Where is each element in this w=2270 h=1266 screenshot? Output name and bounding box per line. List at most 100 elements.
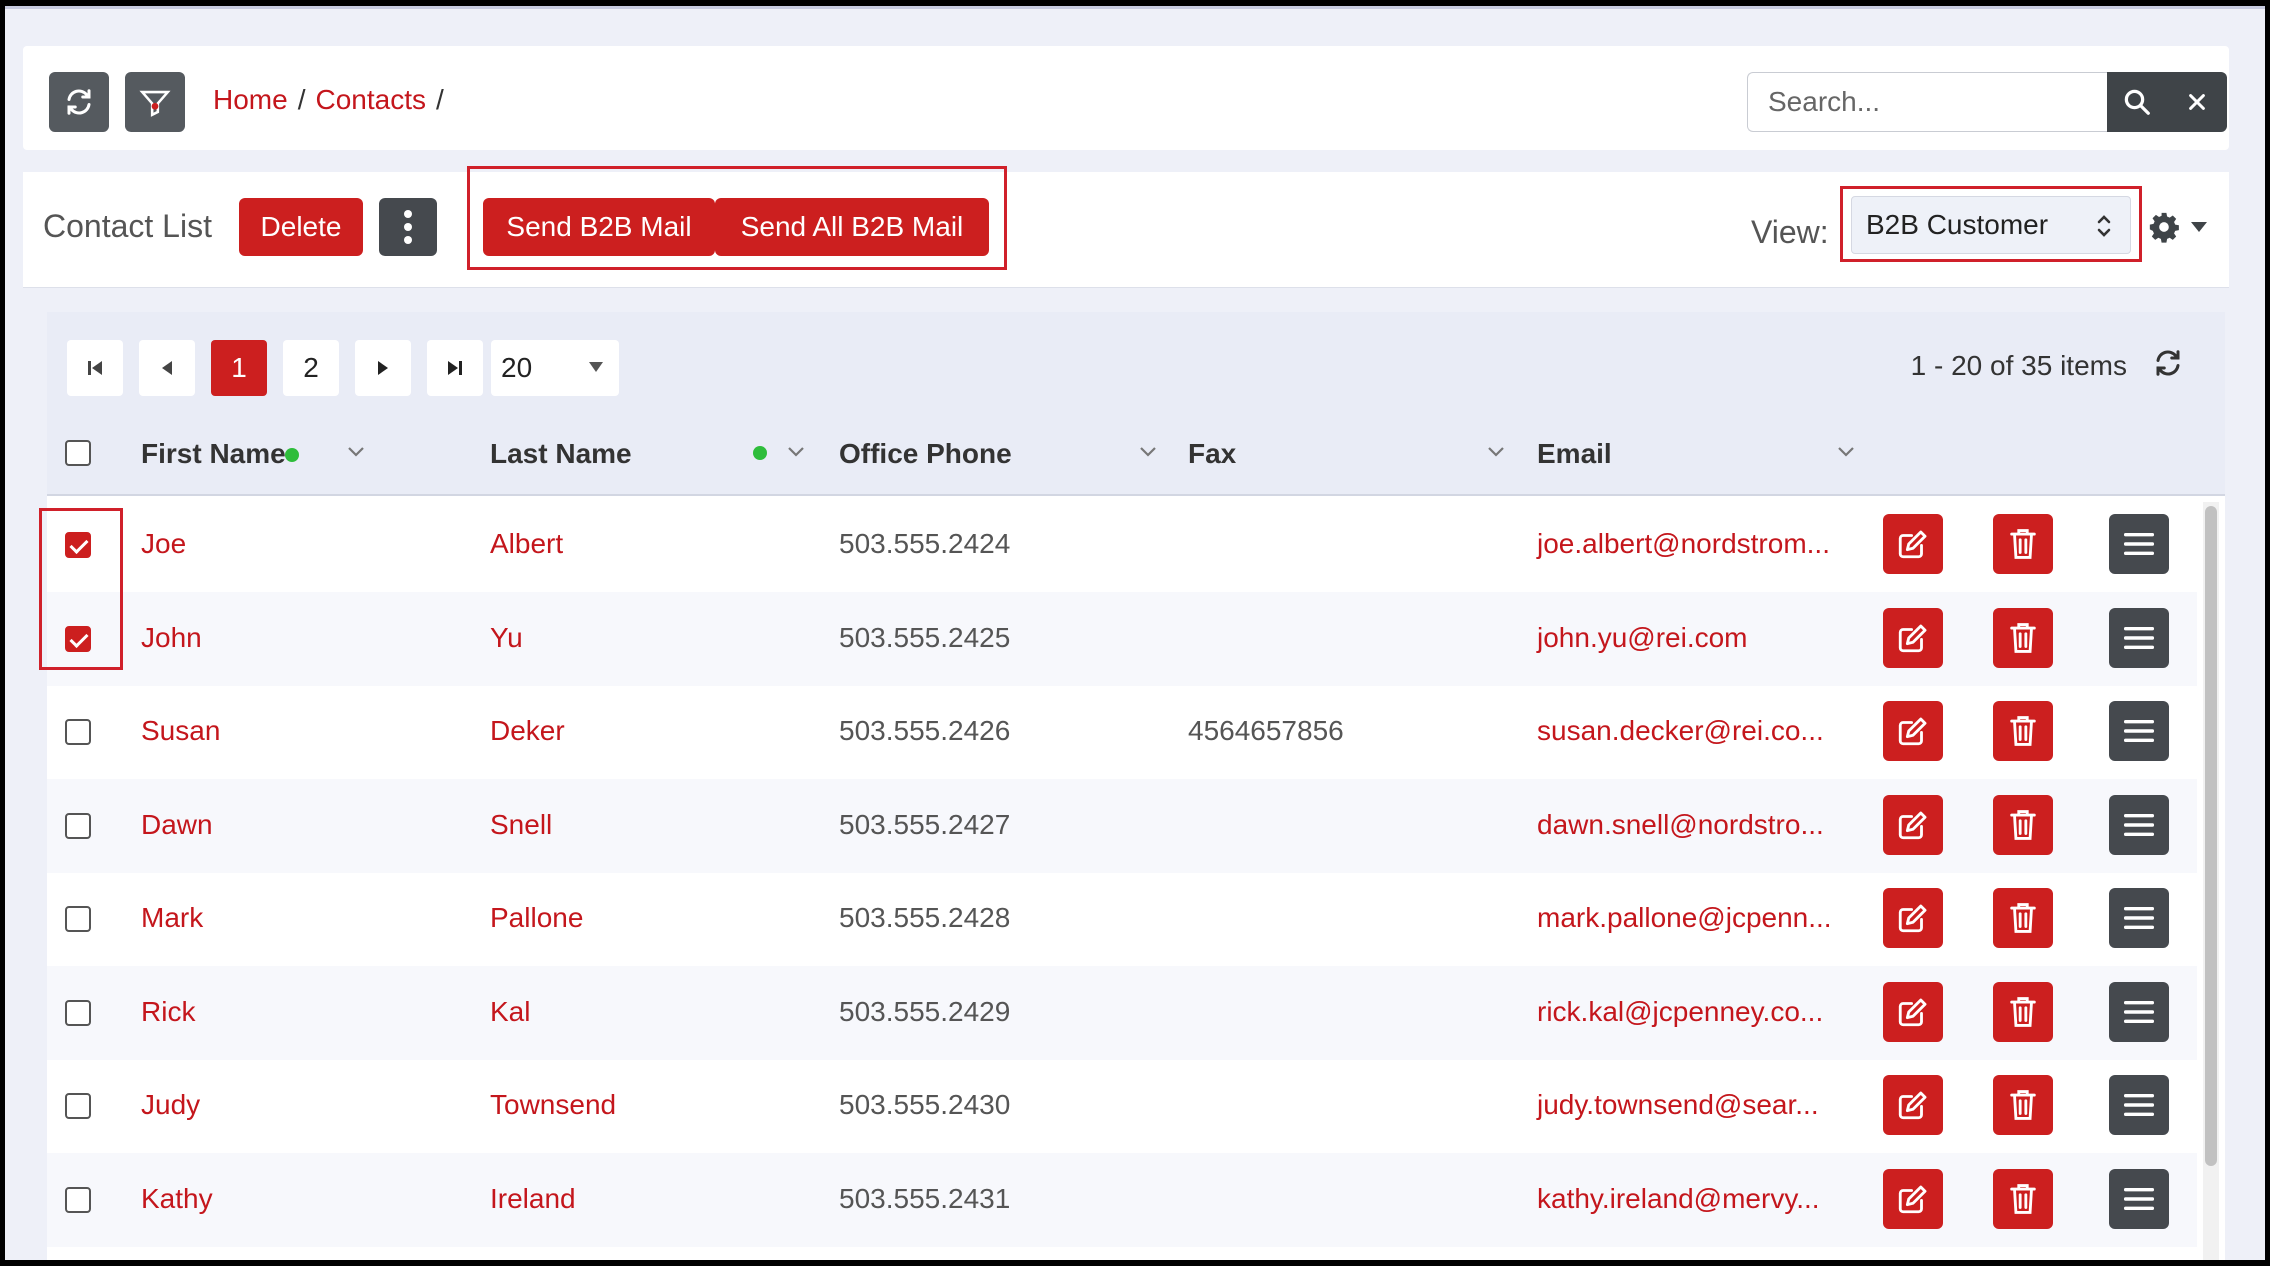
last-name-link[interactable]: Snell — [490, 809, 552, 841]
chevron-down-icon[interactable] — [1139, 446, 1157, 458]
first-name-link[interactable]: Mark — [141, 902, 203, 934]
header-fax[interactable]: Fax — [1188, 438, 1236, 470]
table-row[interactable]: Mark Pallone 503.555.2428 mark.pallone@jcpe… — [47, 872, 2197, 966]
header-email[interactable]: Email — [1537, 438, 1612, 470]
edit-button[interactable] — [1883, 514, 1943, 574]
last-name-link[interactable]: Pallone — [490, 902, 583, 934]
page-1-button[interactable]: 1 — [211, 340, 267, 396]
page-2-button[interactable]: 2 — [283, 340, 339, 396]
first-name-link[interactable]: Dawn — [141, 809, 213, 841]
more-options-button[interactable] — [379, 198, 437, 256]
delete-row-button[interactable] — [1993, 607, 2053, 668]
row-menu-button[interactable] — [2109, 514, 2169, 574]
email-link[interactable]: mark.pallone@jcpenn... — [1537, 902, 1832, 934]
settings-dropdown[interactable] — [2147, 210, 2207, 244]
header-first-name[interactable]: First Name — [141, 438, 286, 470]
header-office-phone[interactable]: Office Phone — [839, 438, 1012, 470]
breadcrumb-contacts[interactable]: Contacts — [315, 84, 426, 116]
search-input[interactable] — [1747, 72, 2107, 132]
search-button[interactable] — [2107, 72, 2167, 132]
row-menu-button[interactable] — [2109, 888, 2169, 948]
last-name-link[interactable]: Deker — [490, 715, 565, 747]
row-menu-button[interactable] — [2109, 794, 2169, 855]
send-b2b-mail-button[interactable]: Send B2B Mail — [483, 198, 715, 256]
edit-button[interactable] — [1883, 1075, 1943, 1135]
clear-search-button[interactable] — [2167, 72, 2227, 132]
email-link[interactable]: rick.kal@jcpenney.co... — [1537, 996, 1823, 1028]
last-name-link[interactable]: Albert — [490, 528, 563, 560]
row-checkbox[interactable] — [65, 1093, 91, 1119]
delete-row-button[interactable] — [1993, 888, 2053, 948]
delete-row-button[interactable] — [1993, 514, 2053, 574]
row-checkbox[interactable] — [65, 999, 91, 1026]
row-checkbox[interactable] — [65, 719, 91, 745]
delete-row-button[interactable] — [1993, 794, 2053, 855]
edit-icon — [1898, 1185, 1927, 1213]
next-page-button[interactable] — [355, 340, 411, 396]
first-name-link[interactable]: Kathy — [141, 1183, 213, 1215]
table-row[interactable]: Susan Deker 503.555.2426 4564657856 susan.de… — [47, 685, 2197, 779]
table-row[interactable]: Judy Townsend 503.555.2430 judy.townsend@se… — [47, 1059, 2197, 1153]
scrollbar-thumb[interactable] — [2205, 506, 2217, 1166]
row-menu-button[interactable] — [2109, 701, 2169, 761]
first-name-link[interactable]: Judy — [141, 1089, 200, 1121]
filter-icon — [139, 90, 171, 117]
email-link[interactable]: kathy.ireland@mervy... — [1537, 1183, 1820, 1215]
first-page-icon — [88, 361, 102, 375]
email-link[interactable]: joe.albert@nordstrom... — [1537, 528, 1830, 560]
send-all-b2b-mail-button[interactable]: Send All B2B Mail — [715, 198, 989, 256]
email-link[interactable]: dawn.snell@nordstro... — [1537, 809, 1824, 841]
row-menu-button[interactable] — [2109, 981, 2169, 1042]
select-all-checkbox[interactable] — [65, 440, 91, 466]
email-link[interactable]: susan.decker@rei.co... — [1537, 715, 1824, 747]
page-size-select[interactable]: 20 — [491, 340, 619, 396]
last-name-link[interactable]: Townsend — [490, 1089, 616, 1121]
first-page-button[interactable] — [67, 340, 123, 396]
table-row[interactable]: Dawn Snell 503.555.2427 dawn.snell@nordstro… — [47, 778, 2197, 873]
chevron-down-icon[interactable] — [787, 446, 805, 458]
edit-button[interactable] — [1883, 607, 1943, 668]
row-checkbox[interactable] — [65, 906, 91, 932]
refresh-button[interactable] — [49, 72, 109, 132]
delete-row-button[interactable] — [1993, 981, 2053, 1042]
delete-row-button[interactable] — [1993, 1168, 2053, 1229]
first-name-link[interactable]: Susan — [141, 715, 220, 747]
email-link[interactable]: john.yu@rei.com — [1537, 622, 1748, 654]
chevron-down-icon[interactable] — [1837, 446, 1855, 458]
delete-row-button[interactable] — [1993, 701, 2053, 761]
edit-button[interactable] — [1883, 701, 1943, 761]
last-name-link[interactable]: Ireland — [490, 1183, 576, 1215]
filter-button[interactable] — [125, 72, 185, 132]
edit-button[interactable] — [1883, 981, 1943, 1042]
row-menu-button[interactable] — [2109, 1168, 2169, 1229]
row-checkbox[interactable] — [65, 812, 91, 839]
pager-info: 1 - 20 of 35 items — [1910, 350, 2127, 381]
table-row[interactable]: Joe Albert 503.555.2424 joe.albert@nordstro… — [47, 498, 2197, 592]
first-name-link[interactable]: John — [141, 622, 202, 654]
view-select[interactable]: B2B Customer — [1851, 196, 2131, 254]
table-row[interactable]: Rick Kal 503.555.2429 rick.kal@jcpenney.co.… — [47, 965, 2197, 1060]
table-row[interactable]: John Yu 503.555.2425 john.yu@rei.com — [47, 591, 2197, 686]
edit-button[interactable] — [1883, 888, 1943, 948]
chevron-down-icon[interactable] — [1487, 446, 1505, 458]
first-name-link[interactable]: Joe — [141, 528, 186, 560]
edit-button[interactable] — [1883, 1168, 1943, 1229]
delete-button[interactable]: Delete — [239, 198, 363, 256]
row-checkbox[interactable] — [65, 1186, 91, 1213]
chevron-down-icon[interactable] — [347, 446, 365, 458]
email-link[interactable]: judy.townsend@sear... — [1537, 1089, 1819, 1121]
breadcrumb-home[interactable]: Home — [213, 84, 288, 116]
row-menu-button[interactable] — [2109, 607, 2169, 668]
grid-refresh-button[interactable] — [2153, 348, 2183, 383]
table-row[interactable]: Kathy Ireland 503.555.2431 kathy.ireland@me… — [47, 1152, 2197, 1247]
previous-page-button[interactable] — [139, 340, 195, 396]
first-name-link[interactable]: Rick — [141, 996, 195, 1028]
caret-down-icon — [2191, 222, 2207, 232]
delete-row-button[interactable] — [1993, 1075, 2053, 1135]
header-last-name[interactable]: Last Name — [490, 438, 632, 470]
last-name-link[interactable]: Yu — [490, 622, 523, 654]
edit-button[interactable] — [1883, 794, 1943, 855]
row-menu-button[interactable] — [2109, 1075, 2169, 1135]
last-name-link[interactable]: Kal — [490, 996, 530, 1028]
last-page-button[interactable] — [427, 340, 483, 396]
